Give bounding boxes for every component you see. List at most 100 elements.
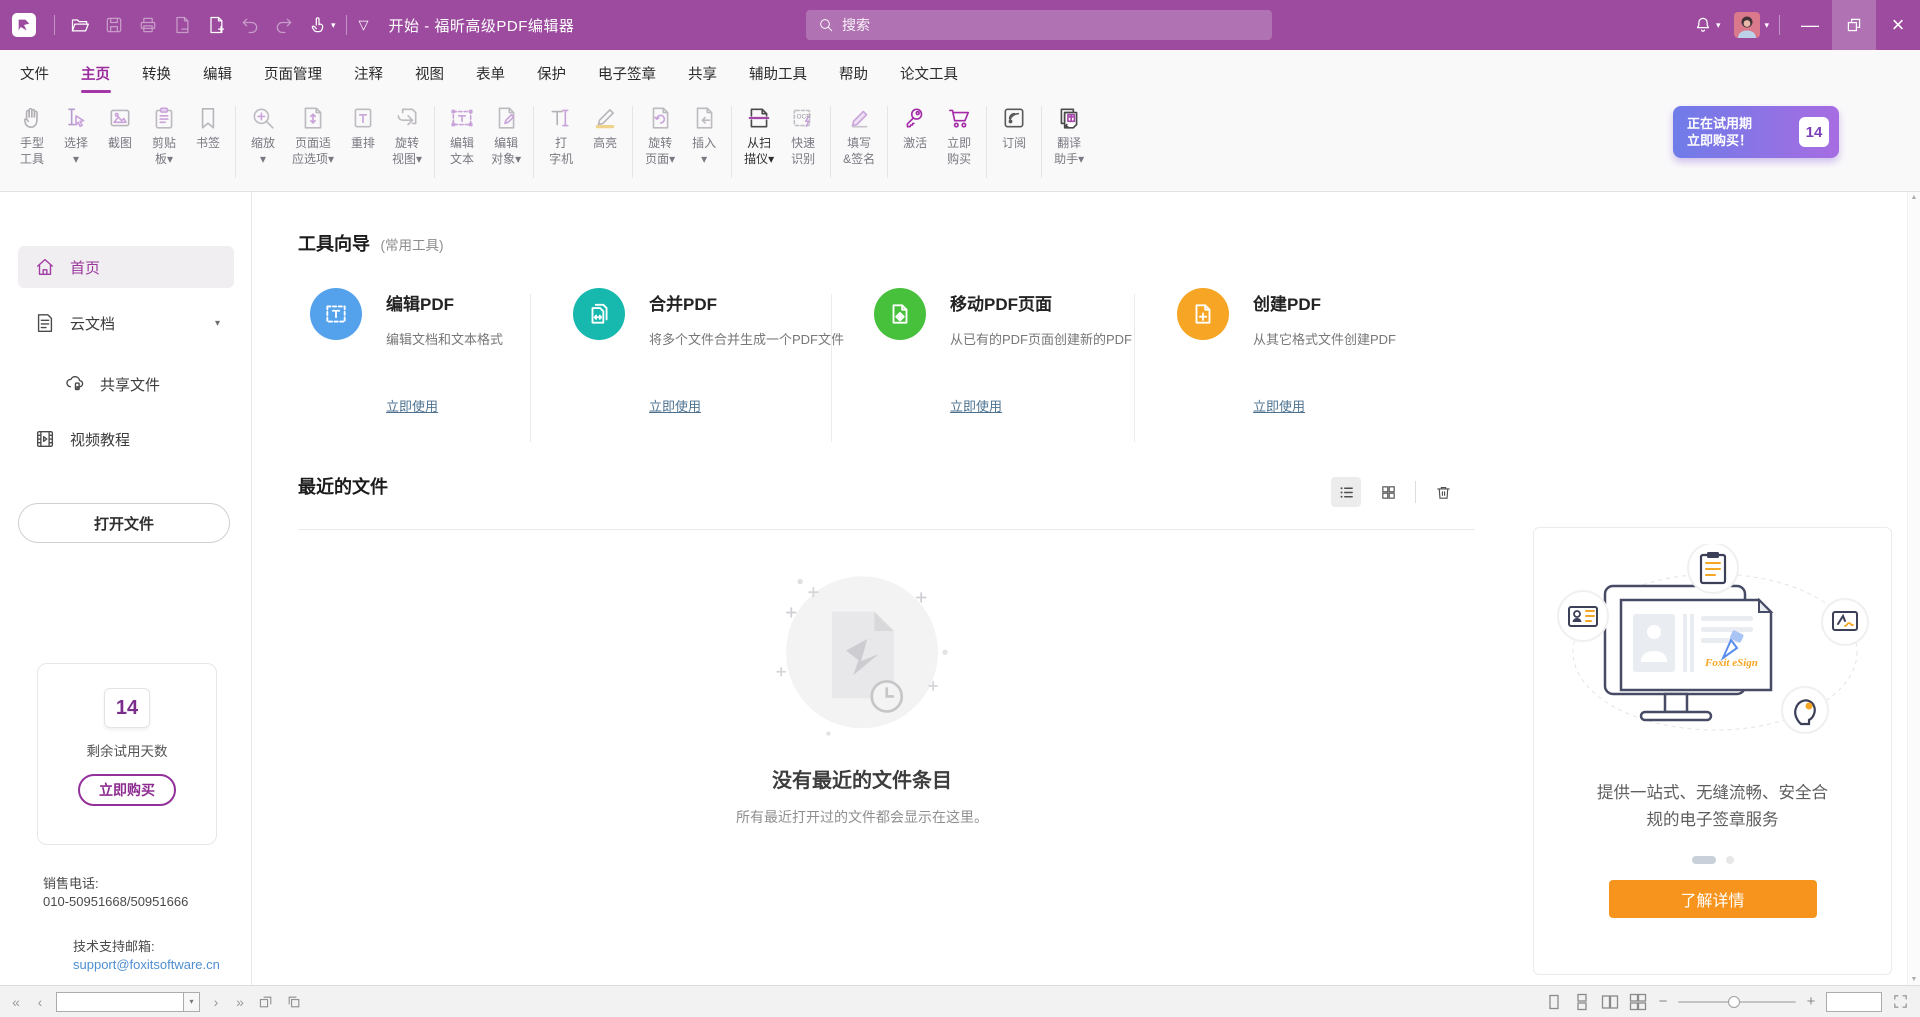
ribbon-tool-activate[interactable]: 激活	[893, 104, 937, 167]
new-document-icon[interactable]	[199, 8, 233, 42]
minimize-button[interactable]: —	[1788, 0, 1832, 50]
close-window-button[interactable]: ×	[1876, 0, 1920, 50]
open-file-icon[interactable]	[63, 8, 97, 42]
ribbon-tool-insert-pages[interactable]: 插入 ▾	[682, 104, 726, 167]
menu-help[interactable]: 帮助	[823, 50, 884, 96]
facing-view-button[interactable]	[1600, 992, 1620, 1012]
delete-page-icon[interactable]	[165, 8, 199, 42]
single-page-view-button[interactable]	[1544, 992, 1564, 1012]
ribbon-tool-select[interactable]: 选择 ▾	[54, 104, 98, 167]
ribbon-tool-translate-assistant[interactable]: 翻译 助手▾	[1047, 104, 1091, 167]
search-box[interactable]	[806, 10, 1272, 40]
hand-pointer-icon[interactable]	[301, 8, 335, 42]
menu-comment[interactable]: 注释	[338, 50, 399, 96]
ribbon-tool-buy-now[interactable]: 立即 购买	[937, 104, 981, 167]
ribbon-tool-quick-ocr[interactable]: OCR 快速 识别	[781, 104, 825, 167]
trial-period-badge[interactable]: 正在试用期 立即购买！ 14	[1673, 106, 1839, 158]
sidebar-item-cloud-docs[interactable]: 云文档 ▾	[18, 302, 234, 344]
save-icon[interactable]	[97, 8, 131, 42]
ribbon-tool-rotate-view[interactable]: 旋转 视图▾	[385, 104, 429, 167]
carousel-dots[interactable]	[1534, 856, 1891, 864]
menu-edit[interactable]: 编辑	[187, 50, 248, 96]
search-input[interactable]	[842, 17, 1222, 33]
menu-paper-tools[interactable]: 论文工具	[884, 50, 974, 96]
cloud-docs-expand-icon[interactable]: ▾	[215, 318, 220, 329]
use-now-link[interactable]: 立即使用	[1253, 396, 1465, 415]
sidebar-item-shared-files[interactable]: 共享文件	[18, 363, 234, 405]
menu-esign[interactable]: 电子签章	[582, 50, 672, 96]
zoom-out-button[interactable]: −	[1656, 993, 1670, 1010]
notifications-bell-icon[interactable]	[1686, 8, 1720, 42]
previous-view-button[interactable]	[256, 992, 276, 1012]
ribbon-tool-rotate-pages[interactable]: 旋转 页面▾	[638, 104, 682, 167]
content-scrollbar[interactable]: ▲ ▼	[1907, 192, 1920, 985]
fullscreen-button[interactable]	[1890, 992, 1910, 1012]
use-now-link[interactable]: 立即使用	[950, 396, 1134, 415]
zoom-slider[interactable]	[1678, 1001, 1796, 1003]
restore-window-button[interactable]	[1832, 0, 1876, 50]
card-move-pdf-pages[interactable]: 移动PDF页面 从已有的PDF页面创建新的PDF 立即使用	[832, 288, 1134, 442]
redo-icon[interactable]	[267, 8, 301, 42]
scroll-down-icon[interactable]: ▼	[1908, 976, 1920, 983]
previous-page-button[interactable]: ‹	[32, 994, 48, 1010]
ribbon-tool-subscribe[interactable]: 订阅	[992, 104, 1036, 167]
card-merge-pdf[interactable]: 合并PDF 将多个文件合并生成一个PDF文件 立即使用	[531, 288, 831, 442]
facing-continuous-view-button[interactable]	[1628, 992, 1648, 1012]
ribbon-tool-clipboard[interactable]: 剪贴 板▾	[142, 104, 186, 167]
notifications-dropdown-icon[interactable]: ▾	[1716, 20, 1721, 31]
ribbon-tool-snapshot[interactable]: 截图	[98, 104, 142, 167]
first-page-button[interactable]: «	[8, 994, 24, 1010]
collapse-toolbar-icon[interactable]: ▽	[359, 17, 369, 33]
use-now-link[interactable]: 立即使用	[386, 396, 530, 415]
card-create-pdf[interactable]: 创建PDF 从其它格式文件创建PDF 立即使用	[1135, 288, 1465, 442]
ribbon-tool-typewriter[interactable]: 打 字机	[539, 104, 583, 167]
card-edit-pdf[interactable]: 编辑PDF 编辑文档和文本格式 立即使用	[298, 288, 530, 442]
user-avatar[interactable]	[1734, 12, 1760, 38]
page-number-dropdown-icon[interactable]: ▾	[184, 992, 200, 1012]
sidebar-item-home[interactable]: 首页	[18, 246, 234, 288]
undo-icon[interactable]	[233, 8, 267, 42]
open-file-button[interactable]: 打开文件	[18, 503, 230, 543]
menu-accessibility[interactable]: 辅助工具	[733, 50, 823, 96]
scroll-up-icon[interactable]: ▲	[1908, 194, 1920, 201]
zoom-in-button[interactable]: +	[1804, 993, 1818, 1010]
print-icon[interactable]	[131, 8, 165, 42]
ribbon-tool-bookmark[interactable]: 书签	[186, 104, 230, 167]
ribbon-tool-zoom[interactable]: 缩放 ▾	[241, 104, 285, 167]
zoom-value-input[interactable]	[1826, 992, 1882, 1012]
menu-view[interactable]: 视图	[399, 50, 460, 96]
learn-more-button[interactable]: 了解详情	[1609, 880, 1817, 918]
menu-page-organize[interactable]: 页面管理	[248, 50, 338, 96]
zoom-slider-thumb[interactable]	[1728, 996, 1740, 1008]
clear-recent-button[interactable]	[1428, 477, 1458, 507]
buy-now-button[interactable]: 立即购买	[78, 774, 176, 806]
menu-protect[interactable]: 保护	[521, 50, 582, 96]
menu-form[interactable]: 表单	[460, 50, 521, 96]
use-now-link[interactable]: 立即使用	[649, 396, 831, 415]
last-page-button[interactable]: »	[232, 994, 248, 1010]
ribbon-tool-from-scanner[interactable]: 从扫 描仪▾	[737, 104, 781, 167]
account-dropdown-icon[interactable]: ▾	[1764, 20, 1769, 31]
esign-illustration: Foxit eSign	[1553, 544, 1873, 772]
ribbon-tool-fill-sign[interactable]: 填写 &签名	[836, 104, 882, 167]
menu-file[interactable]: 文件	[4, 50, 65, 96]
grid-view-button[interactable]	[1373, 477, 1403, 507]
continuous-view-button[interactable]	[1572, 992, 1592, 1012]
menu-convert[interactable]: 转换	[126, 50, 187, 96]
carousel-dot[interactable]	[1726, 856, 1734, 864]
page-number-input[interactable]	[56, 992, 184, 1012]
next-view-button[interactable]	[284, 992, 304, 1012]
sidebar-item-video-tutorials[interactable]: 视频教程	[18, 418, 234, 460]
ribbon-tool-fit-page[interactable]: 页面适 应选项▾	[285, 104, 341, 167]
ribbon-tool-edit-object[interactable]: 编辑 对象▾	[484, 104, 528, 167]
carousel-dot-active[interactable]	[1692, 856, 1716, 864]
menu-share[interactable]: 共享	[672, 50, 733, 96]
ribbon-tool-edit-text[interactable]: 编辑 文本	[440, 104, 484, 167]
ribbon-tool-reflow[interactable]: 重排	[341, 104, 385, 167]
menu-home[interactable]: 主页	[65, 50, 126, 96]
ribbon-tool-highlight[interactable]: 高亮	[583, 104, 627, 167]
ribbon-tool-hand[interactable]: 手型 工具	[10, 104, 54, 167]
next-page-button[interactable]: ›	[208, 994, 224, 1010]
hand-tool-dropdown-icon[interactable]: ▾	[331, 20, 336, 31]
list-view-button[interactable]	[1331, 477, 1361, 507]
